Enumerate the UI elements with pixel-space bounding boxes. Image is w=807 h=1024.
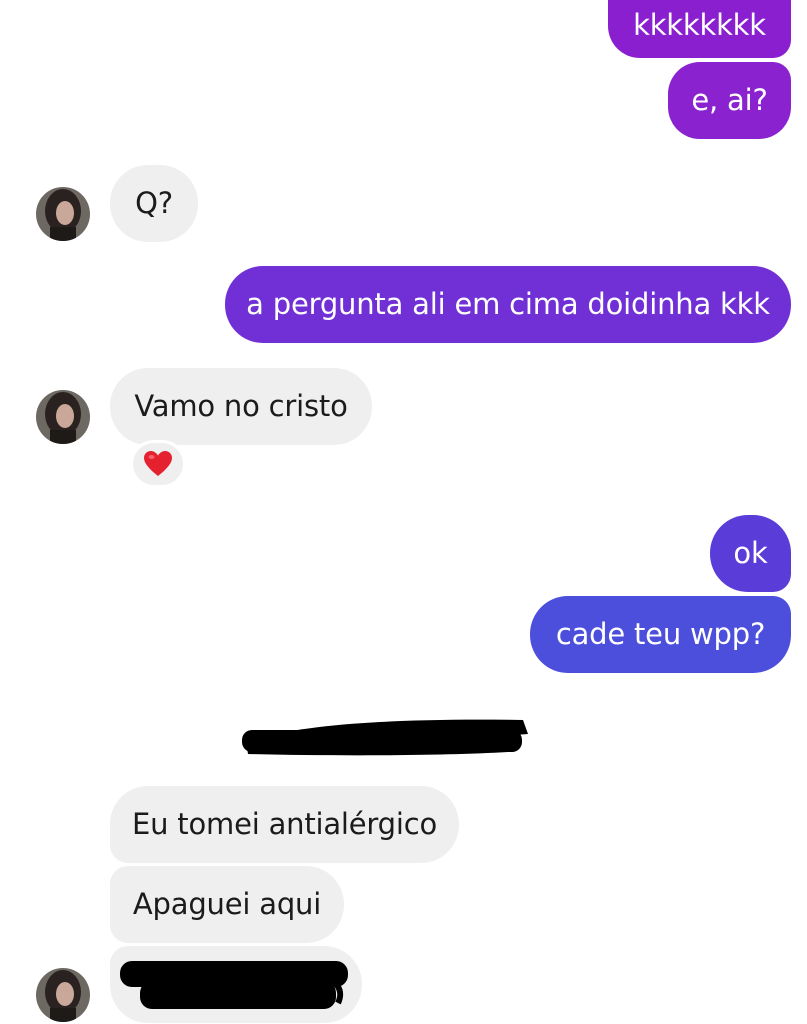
message-text: a pergunta ali em cima doidinha kkk: [246, 287, 770, 321]
contact-avatar[interactable]: [36, 390, 90, 444]
contact-avatar[interactable]: [36, 968, 90, 1022]
message-text: Eu tomei antialérgico: [131, 807, 437, 841]
message-bubble-sent[interactable]: kkkkkkkk: [608, 0, 791, 58]
contact-avatar[interactable]: [36, 187, 90, 241]
message-bubble-received[interactable]: Apaguei aqui: [110, 866, 344, 943]
message-bubble-sent[interactable]: a pergunta ali em cima doidinha kkk: [225, 266, 791, 343]
message-bubble-received-redacted[interactable]: [110, 946, 362, 1023]
message-text: Q?: [135, 186, 173, 220]
message-bubble-received[interactable]: Q?: [110, 165, 198, 242]
message-bubble-received[interactable]: Eu tomei antialérgico: [110, 786, 459, 863]
message-text: e, ai?: [691, 83, 768, 117]
message-reaction[interactable]: [130, 440, 186, 488]
message-text: ok: [733, 536, 768, 570]
avatar-photo-icon: [36, 187, 90, 241]
message-text: cade teu wpp?: [555, 617, 766, 651]
avatar-photo-icon: [36, 390, 90, 444]
message-text: kkkkkkkk: [633, 7, 766, 42]
redaction-scribble: [242, 719, 528, 756]
message-bubble-sent[interactable]: ok: [710, 515, 791, 592]
message-bubble-received[interactable]: Vamo no cristo: [110, 368, 372, 445]
message-text: Apaguei aqui: [132, 887, 322, 921]
redaction-scribble: [120, 960, 348, 1009]
heart-icon: [144, 451, 172, 476]
message-bubble-sent[interactable]: e, ai?: [668, 62, 791, 139]
message-text: Vamo no cristo: [134, 389, 348, 423]
message-bubble-sent[interactable]: cade teu wpp?: [530, 596, 791, 673]
avatar-photo-icon: [36, 968, 90, 1022]
